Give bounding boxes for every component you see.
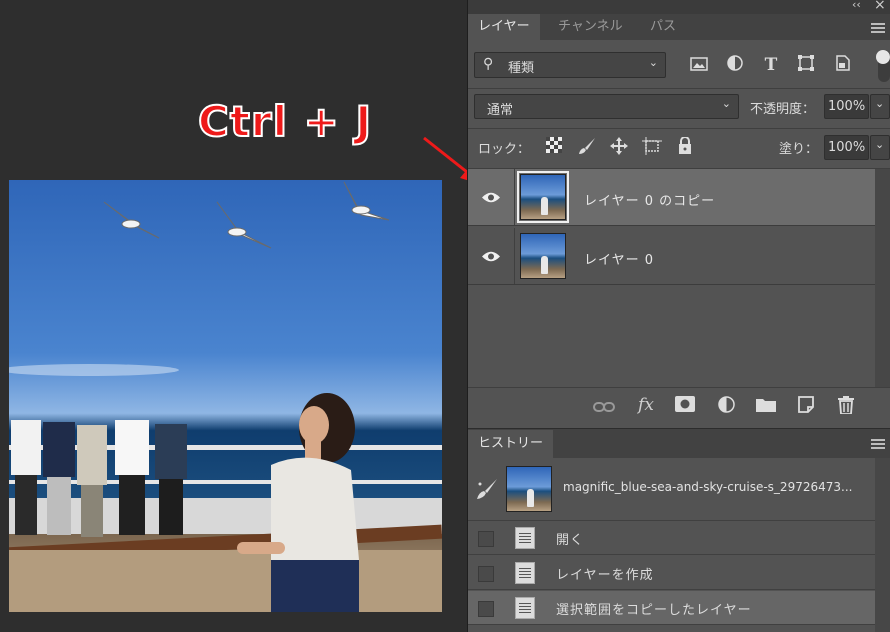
layer-thumbnail[interactable] — [520, 233, 566, 279]
snapshot-name: magnific_blue-sea-and-sky-cruise-s_29726… — [563, 480, 853, 494]
add-mask-icon[interactable] — [673, 396, 697, 417]
filter-toggle-switch[interactable] — [876, 50, 890, 82]
shape-filter-icon[interactable] — [795, 55, 817, 77]
link-layers-icon[interactable] — [592, 398, 616, 418]
layers-tabs: レイヤー チャンネル パス — [468, 14, 890, 40]
history-step-active[interactable]: 選択範囲をコピーしたレイヤー — [468, 591, 875, 625]
chevron-down-icon: ⌄ — [875, 138, 885, 151]
history-tabs: ヒストリー — [468, 428, 890, 458]
layers-panel-dock: ‹‹ × レイヤー チャンネル パス ⚲ 種類 ⌄ T 通常 ⌄ 不透明度： 1… — [467, 0, 890, 632]
tab-history[interactable]: ヒストリー — [468, 430, 554, 458]
document-canvas[interactable]: Ctrl + J — [0, 0, 480, 632]
opacity-label: 不透明度： — [750, 102, 816, 117]
history-step[interactable]: レイヤーを作成 — [468, 556, 875, 590]
lock-all-padlock-icon[interactable] — [674, 136, 696, 159]
lock-position-move-icon[interactable] — [608, 137, 630, 159]
fill-dropdown[interactable]: ⌄ — [870, 135, 890, 160]
layer-thumbnail[interactable] — [517, 171, 569, 223]
layer-row-copy[interactable]: レイヤー 0 のコピー — [468, 169, 875, 226]
divider — [468, 128, 890, 129]
layers-scrollbar[interactable] — [875, 169, 890, 387]
fx-icon[interactable]: fx — [634, 395, 658, 415]
history-checkbox[interactable] — [478, 566, 494, 582]
eye-icon — [482, 251, 500, 262]
layer-name[interactable]: レイヤー 0 のコピー — [584, 190, 715, 209]
history-scrollbar[interactable] — [875, 458, 890, 632]
blend-mode-value: 通常 — [487, 103, 514, 118]
adjustment-layer-icon[interactable] — [714, 396, 738, 418]
seagull-birds — [103, 181, 390, 249]
photo-scene — [9, 181, 442, 612]
panel-top-bar: ‹‹ × — [468, 0, 890, 14]
close-panel-icon[interactable]: × — [874, 0, 886, 13]
history-step-label: 開く — [556, 533, 585, 548]
filter-kind-label: 種類 — [508, 61, 535, 76]
blend-mode-select[interactable]: 通常 ⌄ — [474, 94, 739, 119]
fill-value: 100% — [828, 140, 866, 155]
history-state-icon — [515, 527, 535, 549]
opacity-value: 100% — [828, 99, 866, 114]
panel-menu-icon[interactable] — [871, 23, 885, 33]
history-snapshot[interactable]: magnific_blue-sea-and-sky-cruise-s_29726… — [468, 458, 875, 521]
layers-footer: fx — [468, 393, 890, 423]
layer-name[interactable]: レイヤー 0 — [584, 249, 654, 268]
history-step[interactable]: 開く — [468, 521, 875, 555]
photo-image — [9, 180, 442, 612]
image-filter-icon[interactable] — [688, 55, 710, 77]
adjustment-filter-icon[interactable] — [724, 55, 746, 77]
history-checkbox[interactable] — [478, 531, 494, 547]
layer-list: レイヤー 0 のコピー レイヤー 0 — [468, 169, 890, 387]
shortcut-annotation: Ctrl + J — [197, 96, 373, 147]
tab-channels[interactable]: チャンネル — [548, 14, 633, 40]
chevron-down-icon: ⌄ — [875, 97, 885, 110]
history-step-label: レイヤーを作成 — [556, 568, 654, 583]
history-state-icon — [515, 597, 535, 619]
trash-icon[interactable] — [834, 396, 858, 419]
collapse-panels-icon[interactable]: ‹‹ — [852, 0, 861, 11]
divider — [468, 387, 890, 388]
smart-object-filter-icon[interactable] — [832, 55, 854, 77]
new-layer-icon[interactable] — [794, 396, 818, 418]
layer-row-base[interactable]: レイヤー 0 — [468, 228, 875, 285]
tab-paths[interactable]: パス — [640, 14, 686, 40]
layer-filter-select[interactable]: ⚲ 種類 ⌄ — [474, 52, 666, 78]
chevron-down-icon: ⌄ — [721, 97, 731, 110]
opacity-input[interactable]: 100% — [824, 94, 869, 119]
visibility-toggle[interactable] — [468, 169, 515, 225]
opacity-dropdown[interactable]: ⌄ — [870, 94, 890, 119]
fill-label: 塗り： — [779, 142, 819, 157]
history-step-label: 選択範囲をコピーしたレイヤー — [556, 603, 752, 618]
visibility-toggle[interactable] — [468, 228, 515, 284]
fill-input[interactable]: 100% — [824, 135, 869, 160]
history-menu-icon[interactable] — [871, 439, 885, 449]
snapshot-thumbnail — [506, 466, 552, 512]
eye-icon — [482, 192, 500, 203]
lock-image-pixels-brush-icon[interactable] — [576, 137, 598, 159]
search-icon: ⚲ — [483, 56, 494, 72]
lock-label: ロック： — [478, 142, 531, 157]
divider — [468, 88, 890, 89]
lock-artboard-icon[interactable] — [641, 137, 663, 159]
type-filter-icon[interactable]: T — [760, 54, 782, 76]
lock-transparent-pixels-icon[interactable] — [543, 137, 565, 159]
tab-layers[interactable]: レイヤー — [468, 14, 540, 40]
group-folder-icon[interactable] — [754, 397, 778, 417]
history-state-icon — [515, 562, 535, 584]
history-brush-icon[interactable] — [476, 478, 498, 500]
chevron-down-icon: ⌄ — [648, 56, 658, 69]
history-checkbox[interactable] — [478, 601, 494, 617]
